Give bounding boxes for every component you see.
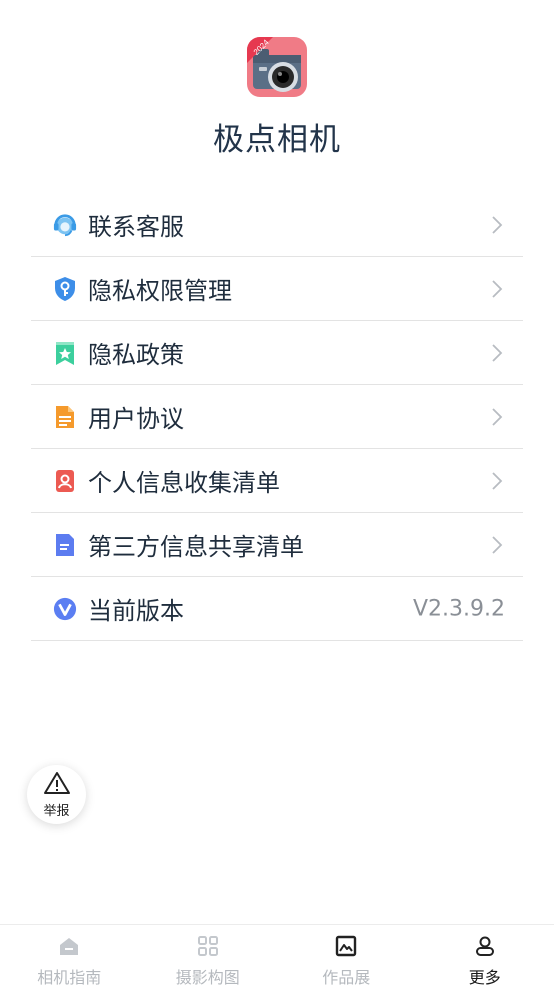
menu-item-customer-service[interactable]: 联系客服 (31, 193, 523, 257)
grid-icon (197, 935, 219, 961)
app-logo: 2024 (247, 37, 307, 97)
version-v-icon (53, 597, 77, 621)
home-icon (58, 935, 80, 961)
chevron-right-icon (491, 471, 503, 491)
chevron-right-icon (491, 343, 503, 363)
settings-menu: 联系客服 隐私权限管理 隐私政策 (31, 193, 523, 641)
chevron-right-icon (491, 407, 503, 427)
document-icon (53, 405, 77, 429)
menu-item-label: 用户协议 (88, 399, 184, 434)
file-list-icon (53, 533, 77, 557)
menu-item-user-agreement[interactable]: 用户协议 (31, 385, 523, 449)
headset-icon (53, 213, 77, 237)
menu-item-label: 第三方信息共享清单 (88, 527, 304, 562)
app-title: 极点相机 (0, 114, 554, 159)
tab-label: 更多 (469, 964, 501, 988)
version-value: V2.3.9.2 (413, 596, 505, 621)
warning-triangle-icon (43, 771, 71, 799)
person-card-icon (53, 469, 77, 493)
menu-item-personal-info-list[interactable]: 个人信息收集清单 (31, 449, 523, 513)
chevron-right-icon (491, 535, 503, 555)
chevron-right-icon (491, 215, 503, 235)
menu-item-current-version: 当前版本 V2.3.9.2 (31, 577, 523, 641)
bottom-tab-bar: 相机指南 摄影构图 作品展 更多 (0, 924, 554, 985)
menu-item-label: 隐私政策 (88, 335, 184, 370)
menu-item-third-party-sharing[interactable]: 第三方信息共享清单 (31, 513, 523, 577)
tab-gallery[interactable]: 作品展 (277, 925, 416, 985)
menu-item-privacy-permissions[interactable]: 隐私权限管理 (31, 257, 523, 321)
tab-label: 摄影构图 (176, 964, 240, 988)
menu-item-label: 隐私权限管理 (88, 271, 232, 306)
report-button[interactable]: 举报 (27, 765, 86, 824)
report-label: 举报 (43, 800, 69, 819)
tab-composition[interactable]: 摄影构图 (139, 925, 278, 985)
bookmark-star-icon (53, 341, 77, 365)
tab-camera-guide[interactable]: 相机指南 (0, 925, 139, 985)
chevron-right-icon (491, 279, 503, 299)
image-icon (335, 935, 357, 961)
tab-label: 作品展 (322, 964, 370, 988)
menu-item-privacy-policy[interactable]: 隐私政策 (31, 321, 523, 385)
menu-item-label: 个人信息收集清单 (88, 463, 280, 498)
tab-label: 相机指南 (37, 964, 101, 988)
menu-item-label: 当前版本 (88, 591, 184, 626)
menu-item-label: 联系客服 (88, 207, 184, 242)
shield-key-icon (53, 277, 77, 301)
user-icon (474, 935, 496, 961)
tab-more[interactable]: 更多 (416, 925, 554, 985)
